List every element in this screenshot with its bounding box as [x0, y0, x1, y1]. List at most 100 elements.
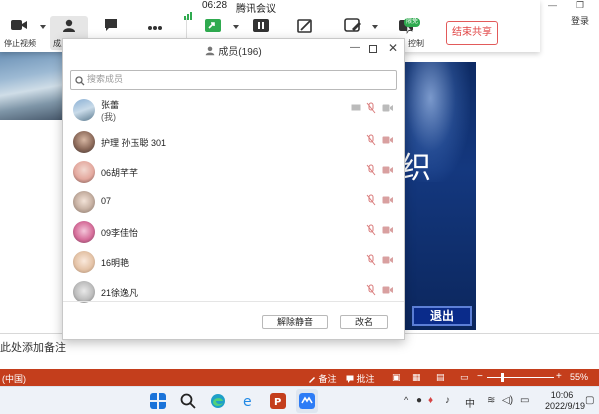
dialog-minimize-button[interactable]: —	[350, 42, 360, 53]
microphone-icon[interactable]: ♪	[445, 395, 450, 406]
person-icon	[63, 19, 75, 32]
person-icon	[206, 46, 215, 56]
member-name: 护理 孙玉聪 301	[101, 138, 167, 148]
slide-sorter-icon[interactable]: ▦	[412, 372, 421, 383]
search-icon[interactable]	[180, 393, 196, 409]
dialog-close-button[interactable]: ✕	[388, 41, 398, 55]
chevron-down-icon[interactable]	[372, 25, 378, 29]
more-icon	[148, 26, 162, 30]
camera-off-icon[interactable]	[382, 256, 394, 264]
mic-muted-icon[interactable]	[366, 254, 376, 266]
unmute-all-button[interactable]: 解除静音	[262, 315, 328, 329]
edge-browser-icon[interactable]	[210, 393, 226, 409]
restore-button[interactable]: ❐	[576, 0, 584, 11]
zoom-slider-thumb[interactable]	[501, 373, 504, 382]
comments-button[interactable]: 批注	[346, 372, 375, 385]
mic-muted-icon[interactable]	[366, 102, 376, 114]
remote-control-button[interactable]	[338, 18, 368, 39]
member-search-box[interactable]	[70, 70, 397, 90]
share-screen-button[interactable]	[198, 18, 228, 39]
avatar	[73, 281, 95, 303]
end-share-button[interactable]: 结束共享	[446, 21, 498, 45]
mic-muted-icon[interactable]	[366, 194, 376, 206]
mic-muted-icon[interactable]	[366, 224, 376, 236]
search-icon	[75, 76, 85, 86]
zoom-in-button[interactable]: +	[556, 371, 562, 382]
login-link[interactable]: 登录	[571, 14, 589, 27]
member-row[interactable]: 张蕾 (我)	[63, 95, 404, 127]
camera-off-icon[interactable]	[382, 196, 394, 204]
chat-icon	[105, 19, 117, 31]
avatar	[73, 131, 95, 153]
tencent-meeting-icon[interactable]	[299, 393, 315, 409]
ime-indicator[interactable]: 中	[465, 395, 475, 410]
member-row[interactable]: 护理 孙玉聪 301	[63, 127, 404, 159]
chevron-down-icon[interactable]	[40, 25, 46, 29]
member-row[interactable]: 07	[63, 187, 404, 219]
member-name: 21徐逸凡	[101, 288, 139, 298]
reading-view-icon[interactable]: ▤	[436, 372, 445, 383]
battery-icon[interactable]: ▭	[520, 395, 529, 406]
windows-taskbar: e P ^ ● ♦ ♪ 中 ≋ ◁) ▭ 10:06 2022/9/19 ▢	[0, 386, 599, 414]
svg-text:e: e	[243, 394, 252, 409]
zoom-out-button[interactable]: −	[477, 371, 483, 382]
mic-muted-icon[interactable]	[366, 134, 376, 146]
annotate-button[interactable]	[290, 18, 320, 39]
more-button[interactable]	[140, 18, 170, 36]
chevron-down-icon[interactable]	[233, 25, 239, 29]
mic-muted-icon[interactable]	[366, 164, 376, 176]
notes-placeholder[interactable]: 此处添加备注	[0, 339, 66, 355]
member-row[interactable]: 06胡芊芊	[63, 157, 404, 189]
toolbar-divider	[186, 18, 187, 40]
dialog-title-text: 成员(196)	[218, 47, 262, 58]
member-row[interactable]: 21徐逸凡	[63, 277, 404, 309]
notification-icon[interactable]: ▢	[585, 395, 594, 406]
status-time: 06:28	[202, 0, 228, 11]
zoom-slider-track[interactable]	[487, 377, 554, 378]
camera-off-icon[interactable]	[382, 226, 394, 234]
rename-button[interactable]: 改名	[340, 315, 388, 329]
slideshow-icon[interactable]: ▭	[460, 372, 469, 383]
comment-icon	[346, 375, 354, 383]
camera-off-icon[interactable]	[382, 136, 394, 144]
normal-view-icon[interactable]: ▣	[392, 372, 401, 383]
avatar	[73, 161, 95, 183]
ie-browser-icon[interactable]: e	[240, 393, 256, 409]
camera-off-icon[interactable]	[382, 166, 394, 174]
dialog-footer-divider	[63, 301, 404, 302]
stop-video-label: 停止视频	[4, 39, 36, 48]
camera-off-icon[interactable]	[382, 104, 394, 112]
slide-thumbnail-image	[0, 52, 66, 120]
zoom-level[interactable]: 55%	[570, 372, 588, 382]
search-input[interactable]	[87, 74, 387, 84]
taskbar-clock[interactable]: 10:06 2022/9/19	[545, 390, 585, 412]
control-label: 控制	[408, 39, 424, 48]
clock-time: 10:06	[550, 390, 574, 400]
powerpoint-icon[interactable]: P	[270, 393, 286, 409]
tray-app-icon[interactable]: ♦	[428, 395, 433, 406]
tray-overflow-icon[interactable]: ^	[404, 395, 408, 405]
notes-icon	[309, 377, 315, 383]
avatar	[73, 221, 95, 243]
chat-button[interactable]	[96, 18, 126, 37]
tray-avatar-icon[interactable]: ●	[416, 395, 422, 406]
camera-off-icon[interactable]	[382, 286, 394, 294]
notes-button[interactable]: 备注	[308, 372, 337, 385]
annotate-icon	[297, 19, 312, 33]
language-indicator[interactable]: (中国)	[2, 372, 26, 385]
pause-share-button[interactable]	[246, 18, 276, 39]
member-row[interactable]: 16明艳	[63, 247, 404, 279]
pen-icon	[344, 18, 361, 32]
status-app-name: 腾讯会议	[236, 4, 276, 15]
speaker-icon[interactable]: ◁)	[502, 395, 513, 406]
windows-start-icon[interactable]	[150, 393, 166, 409]
slide-exit-button[interactable]: 退出	[412, 306, 472, 326]
wifi-icon[interactable]: ≋	[487, 395, 495, 406]
new-badge: 限免	[404, 18, 421, 27]
minimize-button[interactable]: —	[548, 0, 557, 10]
dialog-maximize-button[interactable]	[369, 45, 377, 53]
stop-video-button[interactable]	[4, 18, 34, 37]
svg-text:P: P	[274, 397, 281, 408]
mic-muted-icon[interactable]	[366, 284, 376, 296]
member-row[interactable]: 09李佳怡	[63, 217, 404, 249]
